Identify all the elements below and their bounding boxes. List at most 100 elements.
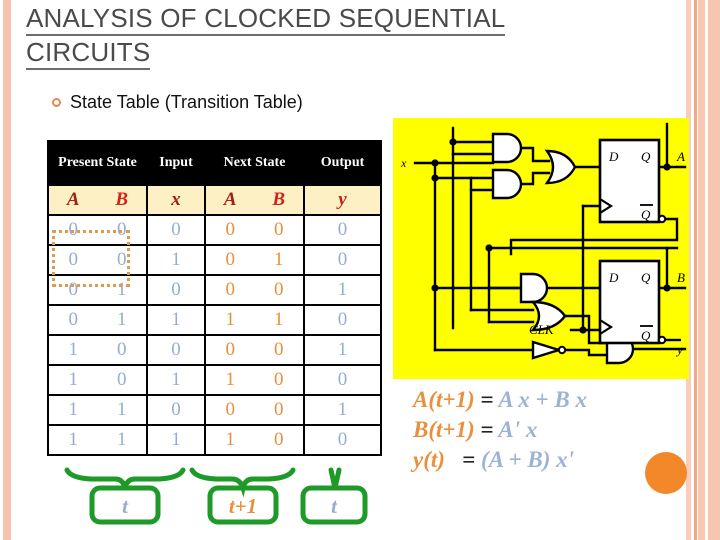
header-output: Output [303,140,382,186]
value-next-a: 1 [225,429,236,450]
equations-block: A(t+1) = A x + B x B(t+1) = A' x y(t) = … [413,385,673,475]
equation-row-a: A(t+1) = A x + B x [413,385,673,415]
var-next-a: A [223,189,237,210]
value-next-a: 1 [225,369,236,390]
cell-present-state: 11 [47,424,148,456]
not-gate-bubble-icon [557,345,567,355]
and-gate-3 [519,272,549,304]
table-variable-row: A B x A B y [47,184,382,216]
value-input-x: 1 [146,364,206,396]
bullet-label: State Table (Transition Table) [70,92,303,112]
equation-b-rhs: A' x [498,416,538,442]
value-next-b: 0 [274,339,284,360]
value-present-b: 1 [117,279,127,300]
value-next-b: 0 [274,219,284,240]
cell-present-state: 00 [47,244,148,276]
ff2-qbar-bubble-icon [657,335,667,345]
header-next-state: Next State [204,140,305,186]
slide-canvas: ANALYSIS OF CLOCKED SEQUENTIAL CIRCUITS … [0,0,720,540]
bullet-item: State Table (Transition Table) [52,92,303,113]
value-output-y: 1 [303,394,382,426]
value-present-b: 0 [117,369,127,390]
var-output-y: y [303,184,382,216]
circuit-output-label-a: A [676,149,685,164]
value-present-a: 1 [68,339,79,360]
var-input-x: x [146,184,206,216]
cell-next-state: 10 [204,364,305,396]
table-row: 01 1 11 0 [47,304,382,336]
right-edge-stripe-2 [694,0,697,540]
header-present-state: Present State [47,140,148,186]
circuit-output-label-b: B [677,270,685,285]
value-output-y: 0 [303,364,382,396]
circuit-diagram-panel: D Q Q D Q Q x CLK A B y [393,118,689,379]
value-input-x: 1 [146,244,206,276]
decorative-orange-circle [645,452,687,494]
ff2-q-label: Q [641,270,651,285]
value-present-a: 0 [68,279,79,300]
value-next-a: 0 [225,219,236,240]
cell-present-state: 10 [47,334,148,366]
circuit-clock-label: CLK [529,322,555,337]
var-present-a: A [66,189,80,210]
value-present-a: 1 [68,429,79,450]
cell-present-state: 01 [47,274,148,306]
ff2-d-label: D [608,270,619,285]
table-row: 00 1 01 0 [47,244,382,276]
value-present-b: 0 [117,219,127,240]
cell-next-state: 11 [204,304,305,336]
header-input: Input [146,140,206,186]
right-edge-stripe-3 [698,0,705,540]
table-row: 10 1 10 0 [47,364,382,396]
cell-present-state: 10 [47,364,148,396]
value-present-b: 0 [117,339,127,360]
circuit-output-label-y: y [675,342,683,357]
ff1-q-label: Q [641,149,651,164]
value-next-a: 0 [225,399,236,420]
value-input-x: 1 [146,304,206,336]
value-present-a: 0 [68,249,79,270]
value-present-b: 1 [117,399,127,420]
cell-next-state: 00 [204,214,305,246]
equation-row-y: y(t) = (A + B) x' [413,445,673,475]
circuit-input-label-x: x [400,156,407,170]
value-next-b: 0 [274,369,284,390]
value-output-y: 0 [303,214,382,246]
page-title: ANALYSIS OF CLOCKED SEQUENTIAL CIRCUITS [26,2,626,70]
cell-next-state: 00 [204,274,305,306]
value-present-b: 0 [117,249,127,270]
value-next-a: 0 [225,339,236,360]
equation-b-lhs: B(t+1) [413,416,475,442]
cell-next-state: 00 [204,334,305,366]
value-next-b: 1 [274,249,284,270]
equation-y-op: = [444,446,482,472]
cell-next-state: 10 [204,424,305,456]
table-row: 10 0 00 1 [47,334,382,366]
bullet-circle-icon [52,98,61,107]
table-row: 01 0 00 1 [47,274,382,306]
value-next-a: 0 [225,249,236,270]
value-next-b: 0 [274,279,284,300]
cell-next-state: 01 [204,244,305,276]
table-header-row: Present State Input Next State Output [47,140,382,186]
and-gate-2 [491,168,523,200]
cell-present-state: 00 [47,214,148,246]
time-annotation-group: t t+1 t [47,462,377,540]
state-table-wrapper: Present State Input Next State Output A … [47,140,382,456]
value-output-y: 0 [303,424,382,456]
ff2-qbar-label: Q [641,328,651,343]
cell-next-state: 00 [204,394,305,426]
value-output-y: 0 [303,244,382,276]
value-input-x: 1 [146,424,206,456]
value-input-x: 0 [146,394,206,426]
value-output-y: 1 [303,274,382,306]
cell-vars-next: A B [204,184,305,216]
value-present-a: 1 [68,369,79,390]
cell-vars-present: A B [47,184,148,216]
right-edge-stripe-4 [708,0,720,540]
equation-a-op: = [474,387,499,412]
equation-y-rhs: (A + B) x' [481,446,575,472]
value-output-y: 1 [303,334,382,366]
label-output-time: t [331,494,338,518]
label-next-time: t+1 [229,494,257,518]
